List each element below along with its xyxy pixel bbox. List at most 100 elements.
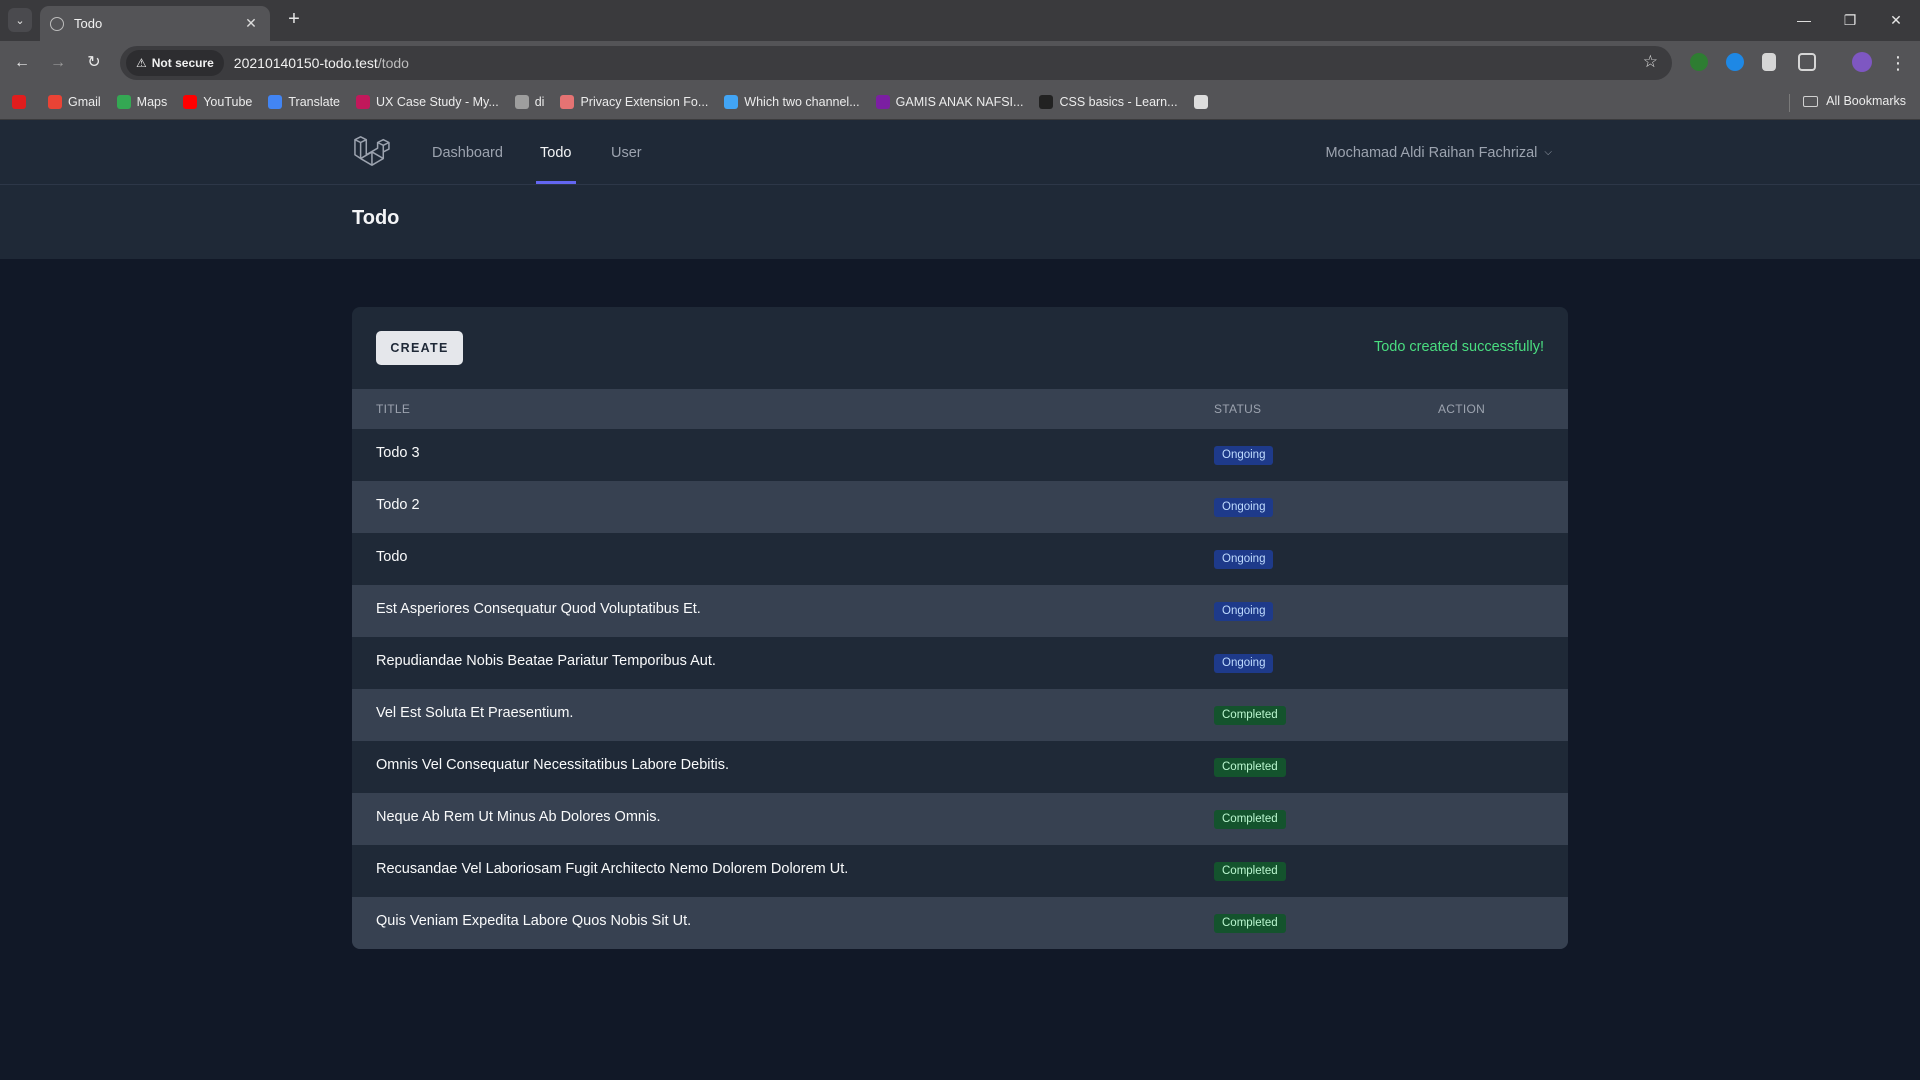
extensions-puzzle-icon[interactable] bbox=[1798, 53, 1816, 71]
status-badge: Completed bbox=[1214, 758, 1286, 777]
table-row: Recusandae Vel Laboriosam Fugit Architec… bbox=[352, 845, 1568, 897]
page-header: Todo bbox=[0, 185, 1920, 259]
security-label: Not secure bbox=[151, 56, 214, 70]
bookmarks-bar: Gmail Maps YouTube Translate UX Case Study -… bbox=[0, 85, 1920, 120]
restore-icon[interactable]: ❐ bbox=[1830, 8, 1870, 32]
chevron-down-icon: ⌵ bbox=[1544, 147, 1552, 158]
security-chip[interactable]: ⚠ Not secure bbox=[126, 50, 224, 76]
close-icon[interactable]: ✕ bbox=[242, 15, 260, 32]
bookmark-item[interactable]: UX Case Study - My... bbox=[356, 95, 499, 109]
bookmark-label: Maps bbox=[136, 95, 168, 109]
bookmark-item[interactable]: YouTube bbox=[183, 95, 252, 109]
url-text: 20210140150-todo.test/todo bbox=[234, 55, 409, 71]
bookmark-favicon-icon bbox=[514, 95, 529, 109]
tab-search-chevron-icon[interactable]: ⌄ bbox=[8, 8, 32, 32]
new-tab-plus-icon[interactable]: + bbox=[282, 8, 306, 32]
bookmark-item[interactable]: Gmail bbox=[48, 95, 101, 109]
all-bookmarks-button[interactable]: All Bookmarks bbox=[1803, 94, 1906, 108]
table-row: Neque Ab Rem Ut Minus Ab Dolores Omnis. C… bbox=[352, 793, 1568, 845]
table-body: Todo 3 Ongoing Todo 2 Ongoing Todo Ongoing Est… bbox=[352, 429, 1568, 949]
table-row: Todo 2 Ongoing bbox=[352, 481, 1568, 533]
browser-menu-kebab-icon[interactable]: ⋮ bbox=[1886, 51, 1910, 75]
active-nav-indicator bbox=[536, 181, 576, 184]
warning-triangle-icon: ⚠ bbox=[136, 56, 147, 70]
table-row: Todo Ongoing bbox=[352, 533, 1568, 585]
bookmark-label: Translate bbox=[288, 95, 341, 109]
all-bookmarks-label: All Bookmarks bbox=[1826, 94, 1906, 108]
bookmark-label: di bbox=[534, 95, 545, 109]
bookmark-item[interactable]: di bbox=[514, 95, 545, 109]
tab-title: Todo bbox=[74, 16, 103, 31]
bookmark-favicon-icon bbox=[116, 95, 131, 109]
bookmark-favicon-icon bbox=[356, 95, 371, 109]
status-badge: Completed bbox=[1214, 914, 1286, 933]
todo-title: Repudiandae Nobis Beatae Pariatur Tempor… bbox=[376, 653, 716, 669]
todo-title: Neque Ab Rem Ut Minus Ab Dolores Omnis. bbox=[376, 809, 661, 825]
bookmark-favicon-icon bbox=[560, 95, 575, 109]
status-badge: Ongoing bbox=[1214, 550, 1274, 569]
extension-blue-icon[interactable] bbox=[1726, 53, 1744, 71]
forward-arrow-icon[interactable]: → bbox=[46, 51, 70, 75]
status-badge: Completed bbox=[1214, 862, 1286, 881]
browser-tab[interactable]: Todo ✕ bbox=[40, 6, 270, 41]
user-dropdown[interactable]: Mochamad Aldi Raihan Fachrizal ⌵ bbox=[1325, 120, 1552, 185]
bookmark-item[interactable] bbox=[1193, 95, 1214, 109]
laravel-logo-icon[interactable] bbox=[352, 134, 390, 168]
todo-card: CREATE Todo created successfully! TITLE … bbox=[352, 307, 1568, 949]
create-button[interactable]: CREATE bbox=[376, 331, 463, 365]
folder-icon bbox=[1803, 95, 1819, 107]
table-row: Omnis Vel Consequatur Necessitatibus Lab… bbox=[352, 741, 1568, 793]
todo-title: Est Asperiores Consequatur Quod Voluptat… bbox=[376, 601, 701, 617]
reload-icon[interactable]: ↻ bbox=[82, 51, 106, 75]
bookmark-item[interactable]: Maps bbox=[116, 95, 168, 109]
bookmark-item[interactable] bbox=[12, 95, 32, 109]
status-badge: Completed bbox=[1214, 706, 1286, 725]
bookmark-item[interactable]: GAMIS ANAK NAFSI... bbox=[875, 95, 1024, 109]
page-title: Todo bbox=[352, 207, 400, 229]
bookmark-favicon-icon bbox=[724, 95, 739, 109]
bookmark-item[interactable]: Which two channel... bbox=[724, 95, 860, 109]
app-navbar: Dashboard Todo User Mochamad Aldi Raihan… bbox=[0, 120, 1920, 185]
status-badge: Ongoing bbox=[1214, 654, 1274, 673]
window-close-icon[interactable]: ✕ bbox=[1876, 8, 1916, 32]
flash-success-message: Todo created successfully! bbox=[1373, 339, 1544, 355]
bookmark-label: GAMIS ANAK NAFSI... bbox=[895, 95, 1024, 109]
todo-title: Omnis Vel Consequatur Necessitatibus Lab… bbox=[376, 757, 730, 773]
url-path: /todo bbox=[377, 55, 409, 71]
bookmark-label: YouTube bbox=[203, 95, 253, 109]
back-arrow-icon[interactable]: ← bbox=[10, 51, 34, 75]
bookmark-favicon-icon bbox=[268, 95, 283, 109]
bookmark-label: CSS basics - Learn... bbox=[1059, 95, 1178, 109]
bookmark-item[interactable]: CSS basics - Learn... bbox=[1039, 95, 1178, 109]
bookmark-favicon-icon bbox=[12, 95, 26, 109]
user-name: Mochamad Aldi Raihan Fachrizal bbox=[1325, 144, 1538, 161]
extension-green-icon[interactable] bbox=[1690, 53, 1708, 71]
reading-list-icon[interactable] bbox=[1762, 53, 1776, 71]
minimize-icon[interactable]: — bbox=[1784, 8, 1824, 32]
status-badge: Ongoing bbox=[1214, 498, 1274, 517]
profile-avatar-icon[interactable] bbox=[1852, 52, 1872, 72]
bookmark-star-icon[interactable]: ☆ bbox=[1643, 52, 1658, 72]
url-host: 20210140150-todo.test bbox=[233, 55, 378, 71]
bookmark-label: Gmail bbox=[68, 95, 101, 109]
browser-toolbar: ← → ↻ ⚠ Not secure 20210140150-todo.test… bbox=[0, 41, 1920, 85]
todo-title: Todo 2 bbox=[376, 497, 420, 513]
bookmark-label: Privacy Extension Fo... bbox=[580, 95, 709, 109]
bookmark-favicon-icon bbox=[875, 95, 890, 109]
address-bar[interactable]: ⚠ Not secure 20210140150-todo.test/todo … bbox=[120, 46, 1672, 80]
todo-title: Vel Est Soluta Et Praesentium. bbox=[376, 705, 574, 721]
todo-title: Quis Veniam Expedita Labore Quos Nobis S… bbox=[376, 913, 692, 929]
nav-link-dashboard[interactable]: Dashboard bbox=[432, 120, 503, 185]
table-row: Est Asperiores Consequatur Quod Voluptat… bbox=[352, 585, 1568, 637]
nav-link-user[interactable]: User bbox=[611, 120, 642, 185]
bookmark-item[interactable]: Privacy Extension Fo... bbox=[560, 95, 708, 109]
browser-tab-strip: ⌄ Todo ✕ + — ❐ ✕ bbox=[0, 0, 1920, 41]
bookmarks-separator bbox=[1789, 94, 1790, 112]
table-header: TITLE STATUS ACTION bbox=[352, 389, 1568, 429]
table-row: Repudiandae Nobis Beatae Pariatur Tempor… bbox=[352, 637, 1568, 689]
nav-link-todo[interactable]: Todo bbox=[540, 120, 571, 185]
globe-icon bbox=[50, 16, 64, 31]
column-header-status: STATUS bbox=[1214, 402, 1262, 416]
todo-title: Todo 3 bbox=[376, 445, 420, 461]
bookmark-item[interactable]: Translate bbox=[268, 95, 340, 109]
